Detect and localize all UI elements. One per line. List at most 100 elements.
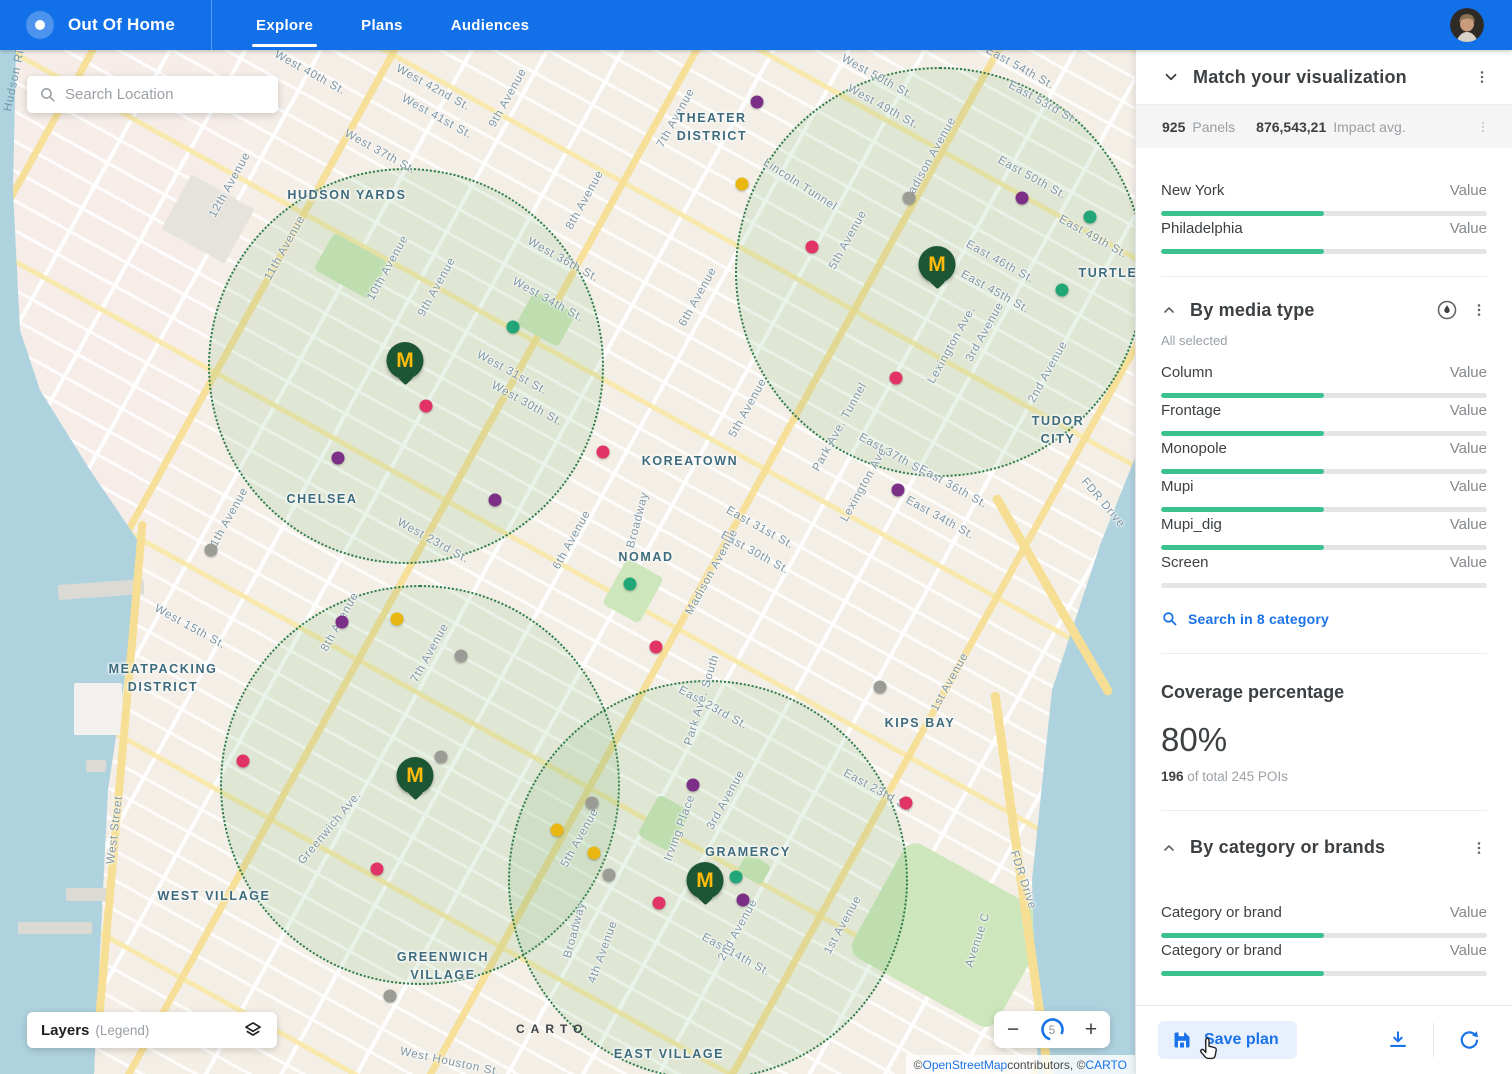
panel-marker-dot-gray[interactable] xyxy=(603,869,616,882)
value-row[interactable]: MonopoleValue xyxy=(1161,440,1487,474)
mcdonalds-poi-pin[interactable]: M xyxy=(919,246,956,283)
chevron-down-icon[interactable] xyxy=(1162,68,1180,86)
value-row[interactable]: ScreenValue xyxy=(1161,554,1487,588)
row-value: Value xyxy=(1450,942,1487,959)
row-label: Frontage xyxy=(1161,402,1221,419)
carto-link[interactable]: CARTO xyxy=(1085,1058,1127,1072)
mcdonalds-poi-pin[interactable]: M xyxy=(387,342,424,379)
download-button[interactable] xyxy=(1377,1019,1419,1061)
tab-explore[interactable]: Explore xyxy=(232,0,337,50)
value-row[interactable]: New YorkValue xyxy=(1161,182,1487,216)
value-row[interactable]: ColumnValue xyxy=(1161,364,1487,398)
summary-stats-bar: 925 Panels 876,543,21 Impact avg. xyxy=(1136,105,1512,148)
mcdonalds-poi-pin[interactable]: M xyxy=(687,862,724,899)
coverage-section: Coverage percentage 80% 196 of total 245… xyxy=(1161,653,1487,784)
neighborhood-label: MEATPACKING DISTRICT xyxy=(109,660,218,696)
row-label: Screen xyxy=(1161,554,1209,571)
attribution-text: © xyxy=(914,1058,923,1072)
panel-marker-dot-pink[interactable] xyxy=(420,400,433,413)
panel-marker-dot-gray[interactable] xyxy=(874,681,887,694)
panel-body: New YorkValue Philadelphia Value By media … xyxy=(1136,148,1512,976)
panel-marker-dot-pink[interactable] xyxy=(371,863,384,876)
panel-marker-dot-yellow[interactable] xyxy=(391,613,404,626)
map-canvas[interactable]: Lincoln TunnelWest 42nd St.West 41st St.… xyxy=(0,50,1135,1074)
row-value: Value xyxy=(1450,516,1487,533)
value-row[interactable]: Mupi_digValue xyxy=(1161,516,1487,550)
panel-marker-dot-purple[interactable] xyxy=(336,616,349,629)
panel-marker-dot-pink[interactable] xyxy=(237,755,250,768)
panel-marker-dot-gray[interactable] xyxy=(455,650,468,663)
user-avatar[interactable] xyxy=(1450,8,1484,42)
value-row[interactable]: MupiValue xyxy=(1161,478,1487,512)
panel-marker-dot-teal[interactable] xyxy=(730,871,743,884)
chevron-up-icon[interactable] xyxy=(1161,302,1177,318)
chevron-up-icon[interactable] xyxy=(1161,840,1177,856)
row-progress-track xyxy=(1161,583,1487,588)
panel-marker-dot-yellow[interactable] xyxy=(551,824,564,837)
panel-marker-dot-pink[interactable] xyxy=(650,641,663,654)
kebab-menu-icon[interactable] xyxy=(1471,301,1487,319)
tab-audiences[interactable]: Audiences xyxy=(427,0,554,50)
impact-avg-value: 876,543,21 xyxy=(1256,119,1326,135)
panel-marker-dot-purple[interactable] xyxy=(332,452,345,465)
panel-marker-dot-purple[interactable] xyxy=(737,894,750,907)
value-row[interactable]: FrontageValue xyxy=(1161,402,1487,436)
panel-marker-dot-purple[interactable] xyxy=(1016,192,1029,205)
panel-marker-dot-teal[interactable] xyxy=(507,321,520,334)
mcdonalds-poi-pin[interactable]: M xyxy=(397,757,434,794)
neighborhood-label: NOMAD xyxy=(618,548,673,566)
search-in-category-link[interactable]: Search in 8 category xyxy=(1161,610,1487,627)
row-value: Value xyxy=(1450,220,1487,237)
panel-marker-dot-pink[interactable] xyxy=(806,241,819,254)
kebab-menu-icon[interactable] xyxy=(1474,68,1490,86)
panel-marker-dot-gray[interactable] xyxy=(205,544,218,557)
neighborhood-label: GRAMERCY xyxy=(705,843,791,861)
panel-marker-dot-gray[interactable] xyxy=(384,990,397,1003)
row-value: Value xyxy=(1450,478,1487,495)
panel-marker-dot-pink[interactable] xyxy=(597,446,610,459)
openstreetmap-link[interactable]: OpenStreetMap xyxy=(922,1058,1007,1072)
layers-legend-button[interactable]: Layers (Legend) xyxy=(27,1012,277,1048)
row-label: Philadelphia xyxy=(1161,220,1243,237)
row-progress-fill xyxy=(1161,971,1324,976)
brand-logo[interactable]: Out Of Home xyxy=(0,0,211,50)
footer-divider xyxy=(1433,1023,1434,1057)
search-input[interactable] xyxy=(65,86,266,103)
panel-marker-dot-purple[interactable] xyxy=(751,96,764,109)
panel-marker-dot-yellow[interactable] xyxy=(588,847,601,860)
row-progress-fill xyxy=(1161,507,1324,512)
panel-marker-dot-teal[interactable] xyxy=(624,578,637,591)
kebab-menu-icon[interactable] xyxy=(1476,119,1490,135)
panel-marker-dot-purple[interactable] xyxy=(489,494,502,507)
panel-marker-dot-purple[interactable] xyxy=(687,779,700,792)
panel-marker-dot-teal[interactable] xyxy=(1056,284,1069,297)
layers-icon xyxy=(243,1020,263,1040)
panel-header: Match your visualization xyxy=(1136,50,1512,105)
neighborhood-label: GREENWICH VILLAGE xyxy=(397,948,489,984)
value-row[interactable]: Philadelphia Value xyxy=(1161,220,1487,254)
media-type-title: By media type xyxy=(1190,300,1315,321)
row-label: Monopole xyxy=(1161,440,1227,457)
panel-marker-dot-pink[interactable] xyxy=(900,797,913,810)
row-progress-fill xyxy=(1161,393,1324,398)
save-plan-button[interactable]: Save plan xyxy=(1158,1021,1297,1059)
panel-marker-dot-yellow[interactable] xyxy=(736,178,749,191)
value-row[interactable]: Category or brandValue xyxy=(1161,942,1487,976)
droplet-filter-icon[interactable] xyxy=(1436,299,1458,321)
panel-marker-dot-teal[interactable] xyxy=(1084,211,1097,224)
panel-marker-dot-gray[interactable] xyxy=(435,751,448,764)
panel-marker-dot-gray[interactable] xyxy=(586,797,599,810)
panel-marker-dot-pink[interactable] xyxy=(890,372,903,385)
row-progress-fill xyxy=(1161,469,1324,474)
panel-marker-dot-purple[interactable] xyxy=(892,484,905,497)
brand-title: Out Of Home xyxy=(68,15,175,35)
zoom-in-button[interactable]: + xyxy=(1072,1011,1110,1048)
refresh-button[interactable] xyxy=(1448,1019,1490,1061)
value-row[interactable]: Category or brandValue xyxy=(1161,904,1487,938)
zoom-out-button[interactable]: − xyxy=(994,1011,1032,1048)
kebab-menu-icon[interactable] xyxy=(1471,839,1487,857)
top-navigation-bar: Out Of Home ExplorePlansAudiences xyxy=(0,0,1512,50)
tab-plans[interactable]: Plans xyxy=(337,0,427,50)
panel-marker-dot-gray[interactable] xyxy=(903,192,916,205)
panel-marker-dot-pink[interactable] xyxy=(653,897,666,910)
